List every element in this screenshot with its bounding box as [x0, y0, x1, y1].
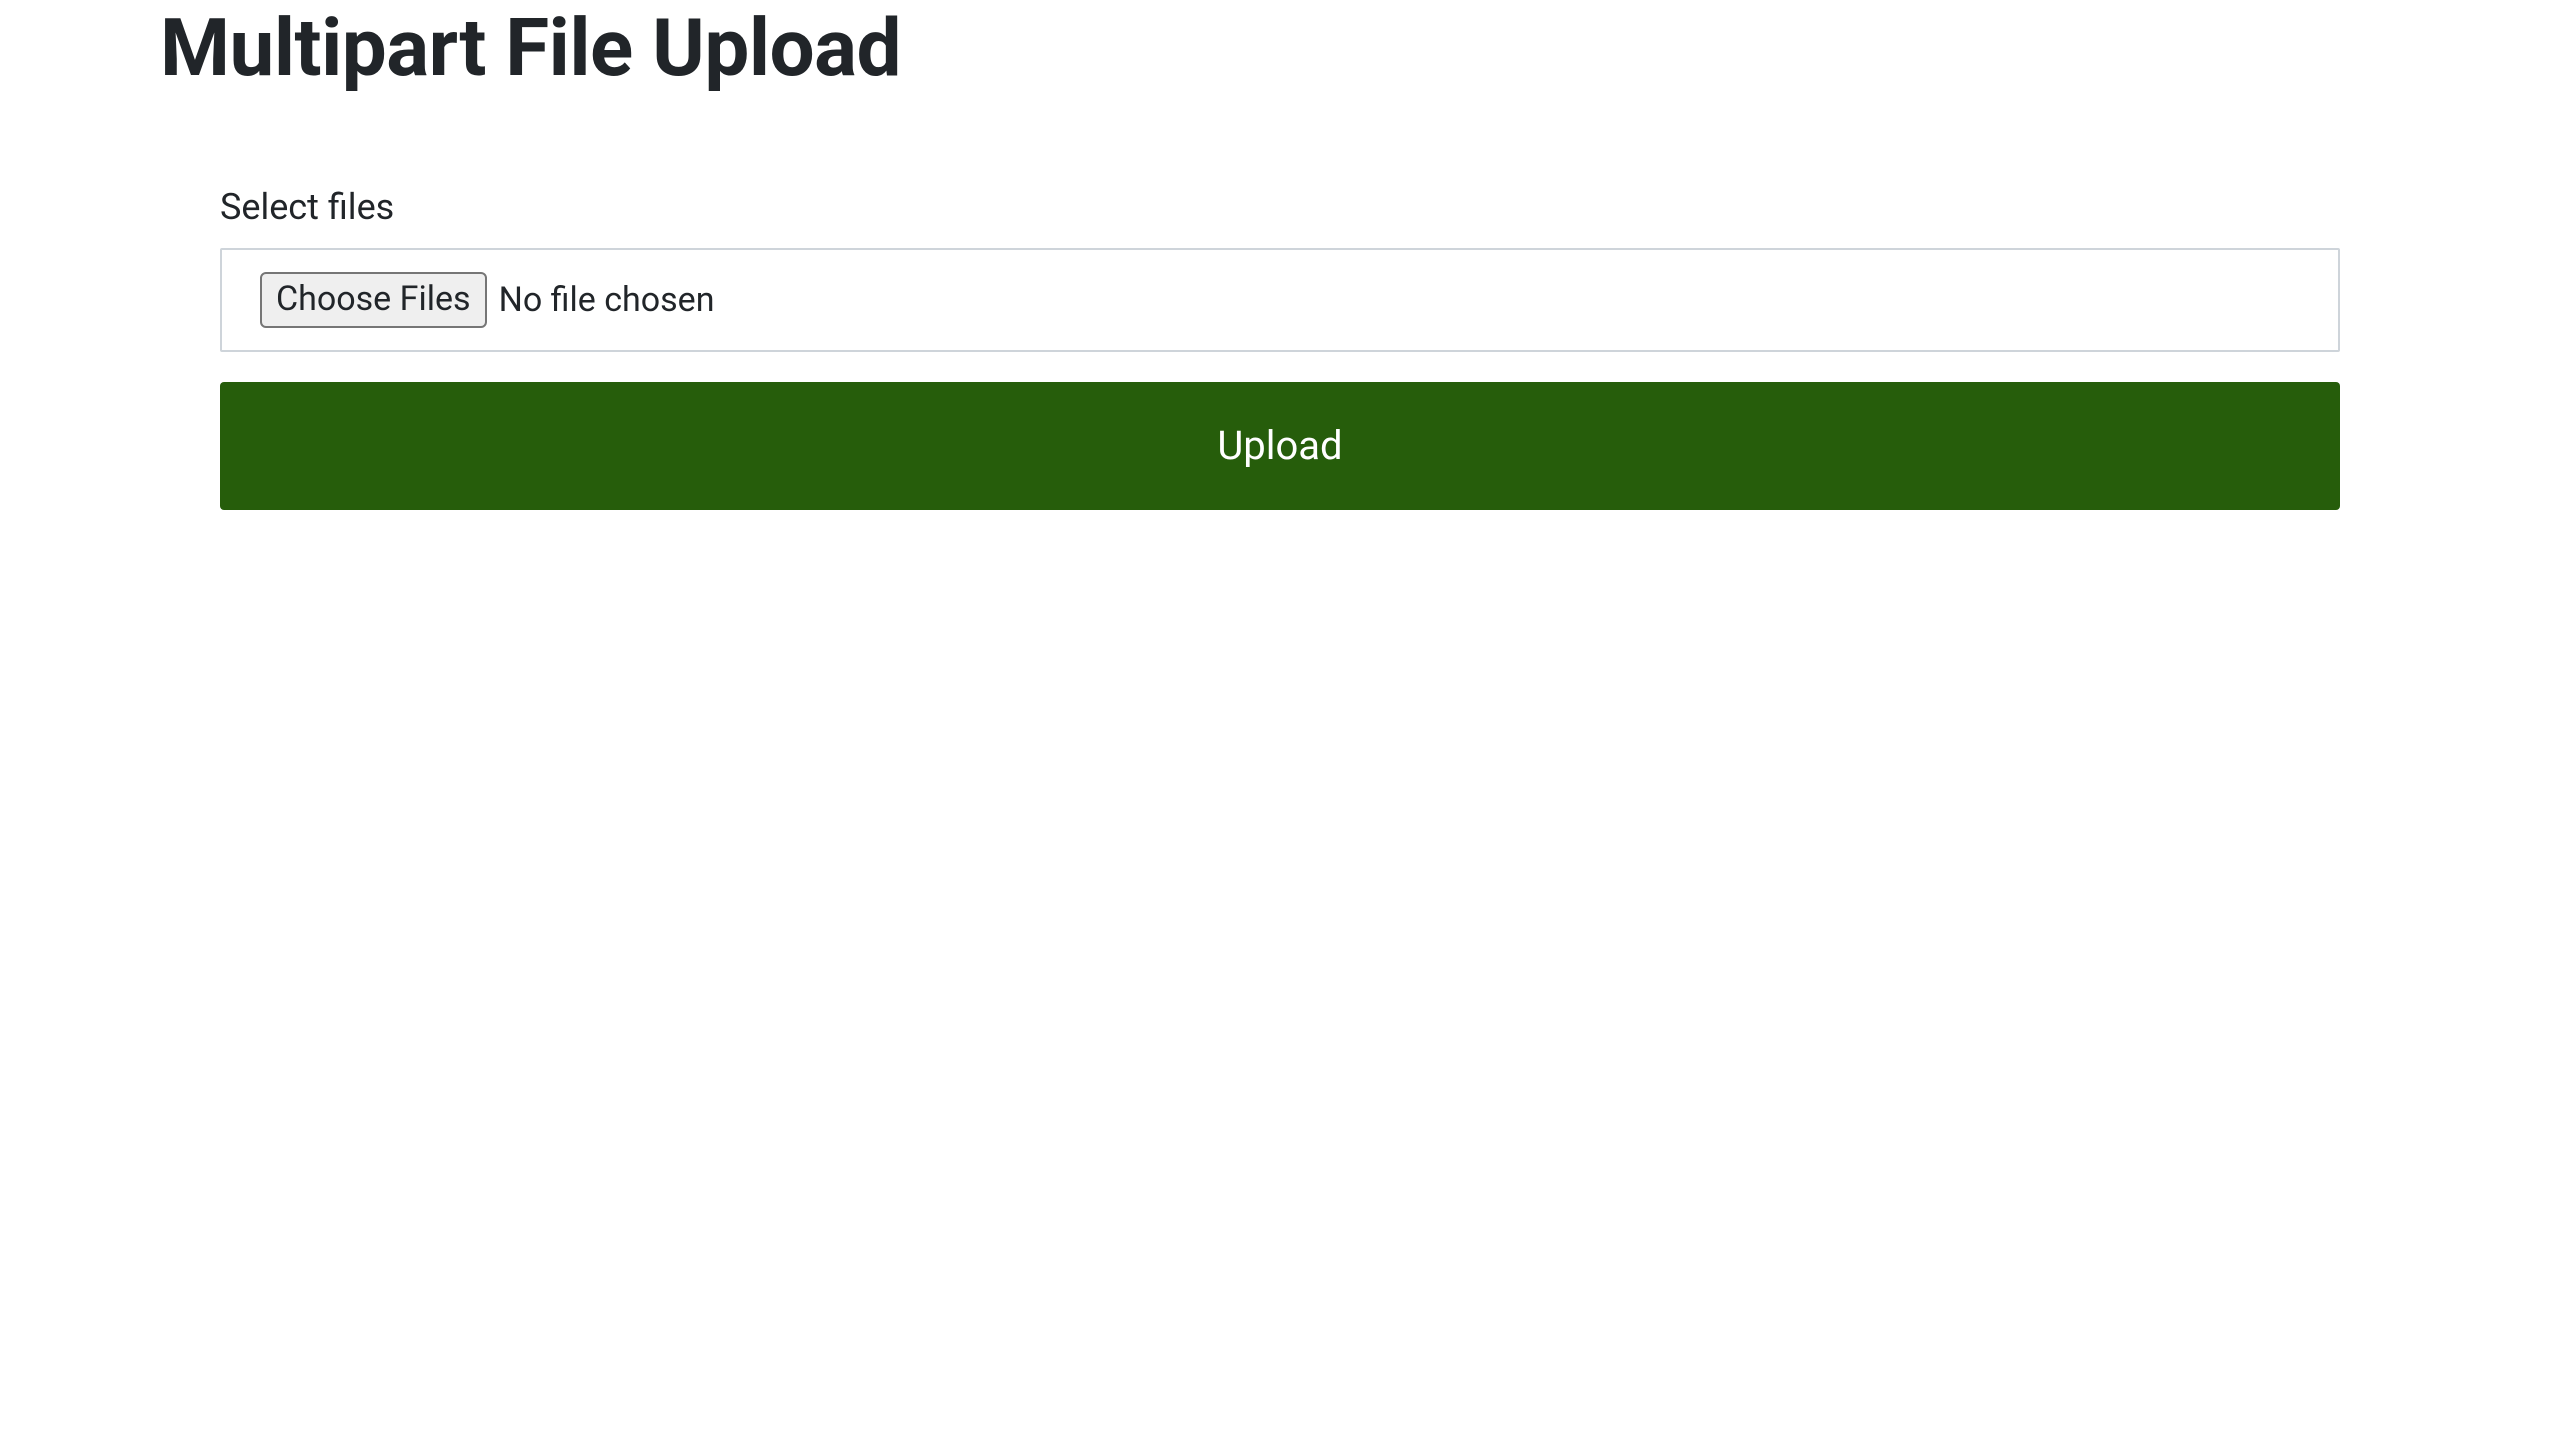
file-selection-status: No file chosen — [499, 280, 715, 320]
choose-files-button[interactable]: Choose Files — [260, 272, 487, 328]
page-title: Multipart File Upload — [160, 0, 2400, 96]
select-files-label: Select files — [220, 186, 2340, 228]
upload-form: Select files Choose Files No file chosen… — [160, 186, 2400, 510]
file-input[interactable]: Choose Files No file chosen — [220, 248, 2340, 352]
upload-button[interactable]: Upload — [220, 382, 2340, 510]
page-container: Multipart File Upload Select files Choos… — [0, 0, 2560, 510]
